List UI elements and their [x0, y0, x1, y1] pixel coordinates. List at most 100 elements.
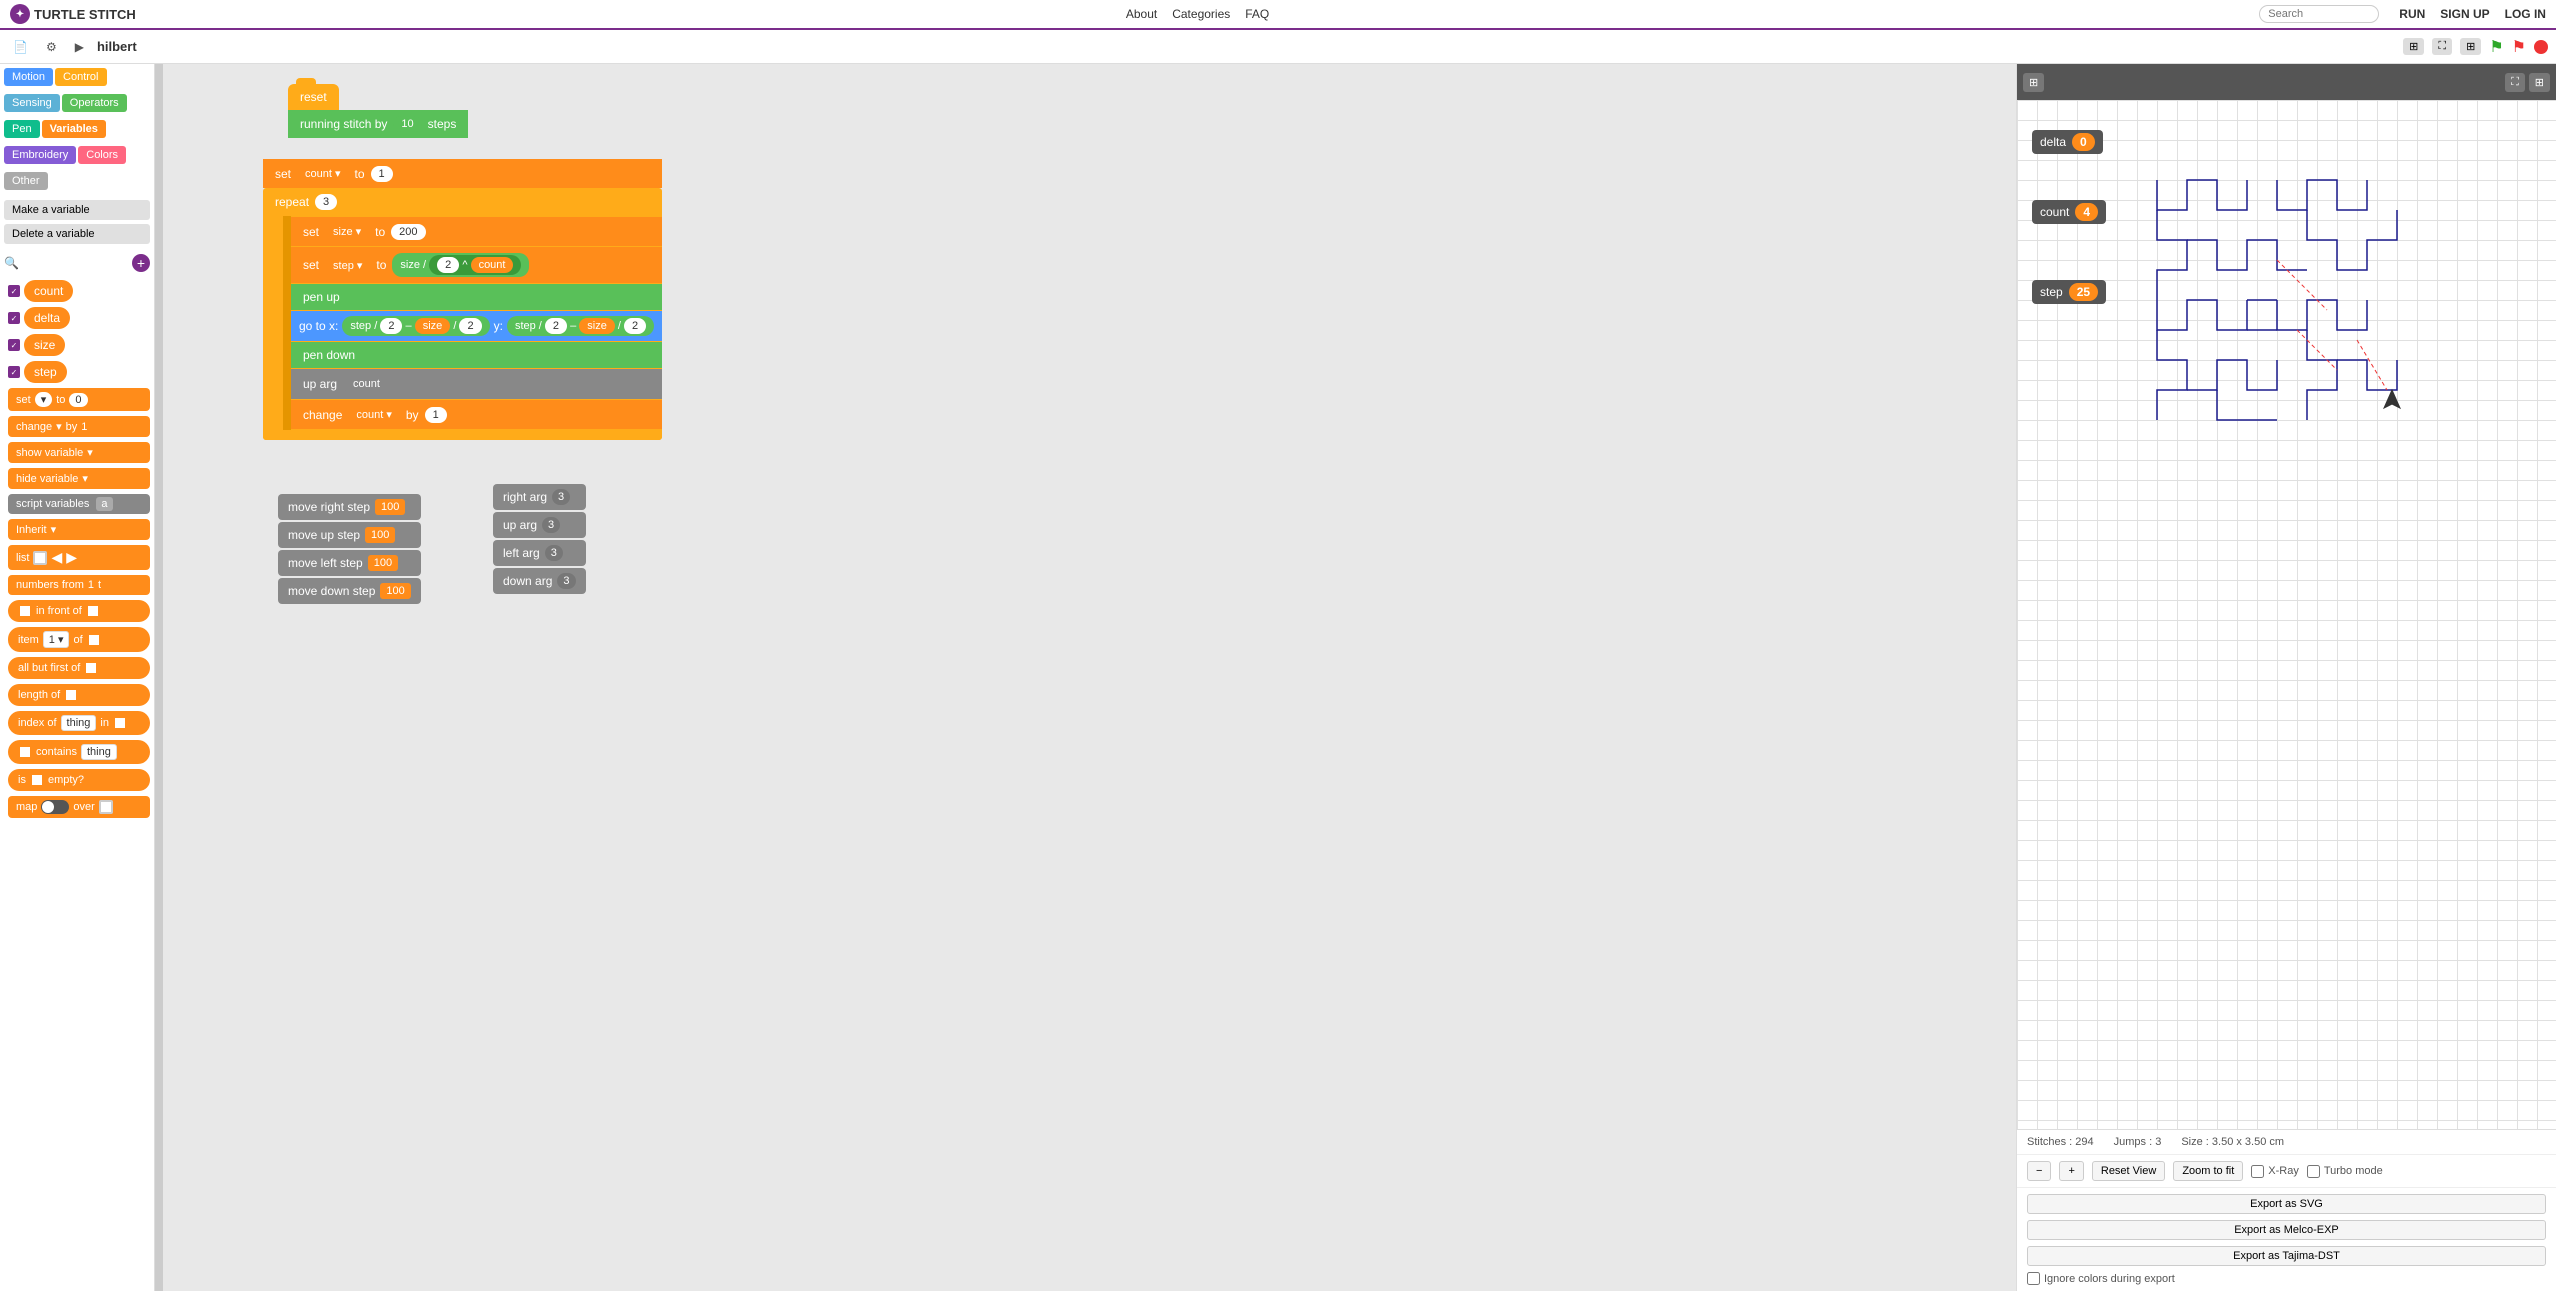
move-down-val[interactable]: 100: [380, 583, 410, 599]
cat-pen[interactable]: Pen: [4, 120, 40, 138]
flag-red-icon[interactable]: ⚑: [2512, 37, 2526, 57]
block-up-arg-count[interactable]: up arg count: [291, 369, 662, 399]
block-item-of[interactable]: item 1 ▾ of: [8, 627, 150, 652]
index-thing-val[interactable]: thing: [61, 715, 97, 731]
move-up-val[interactable]: 100: [365, 527, 395, 543]
pill-size[interactable]: size: [24, 334, 65, 356]
pill-count[interactable]: count: [24, 280, 73, 302]
zoom-fit-btn[interactable]: Zoom to fit: [2173, 1161, 2243, 1181]
block-in-front-of[interactable]: in front of: [8, 600, 150, 622]
icon-btn-1[interactable]: ⊞: [2403, 38, 2424, 55]
export-svg-btn[interactable]: Export as SVG: [2027, 1194, 2546, 1214]
ignore-colors-checkbox[interactable]: [2027, 1272, 2040, 1285]
nav-signup[interactable]: SIGN UP: [2440, 7, 2489, 21]
block-left-arg[interactable]: left arg 3: [493, 540, 586, 566]
delete-variable-button[interactable]: Delete a variable: [4, 224, 150, 244]
grid-button[interactable]: ⊞: [2460, 38, 2481, 55]
cat-colors[interactable]: Colors: [78, 146, 126, 164]
nav-run[interactable]: RUN: [2399, 7, 2425, 21]
block-change-count[interactable]: change count ▾ by 1: [291, 400, 662, 429]
cat-embroidery[interactable]: Embroidery: [4, 146, 76, 164]
export-tajima-btn[interactable]: Export as Tajima-DST: [2027, 1246, 2546, 1266]
block-length-of[interactable]: length of: [8, 684, 150, 706]
block-script-vars[interactable]: script variables a: [8, 494, 150, 514]
numbers-from-val[interactable]: 1: [88, 579, 94, 591]
reset-hat-block[interactable]: reset: [288, 84, 339, 110]
change-count-val[interactable]: 1: [425, 407, 447, 423]
cat-motion[interactable]: Motion: [4, 68, 53, 86]
contains-thing-val[interactable]: thing: [81, 744, 117, 760]
block-inherit[interactable]: Inherit ▾: [8, 519, 150, 540]
set-count-var[interactable]: count ▾: [297, 165, 349, 182]
hide-var-select[interactable]: ▾: [82, 472, 88, 485]
add-icon[interactable]: +: [132, 254, 150, 272]
pill-delta[interactable]: delta: [24, 307, 70, 329]
move-left-val[interactable]: 100: [368, 555, 398, 571]
reset-view-btn[interactable]: Reset View: [2092, 1161, 2165, 1181]
check-step[interactable]: ✓: [8, 366, 20, 378]
canvas-area[interactable]: reset running stitch by 10 steps set cou…: [163, 64, 2016, 1291]
play-button[interactable]: ▶: [70, 37, 89, 57]
block-pen-down[interactable]: pen down: [291, 342, 662, 368]
nav-faq[interactable]: FAQ: [1245, 7, 1269, 21]
check-delta[interactable]: ✓: [8, 312, 20, 324]
change-val[interactable]: 1: [81, 421, 87, 433]
item-num[interactable]: 1 ▾: [43, 631, 70, 648]
block-up-arg[interactable]: up arg 3: [493, 512, 586, 538]
running-stitch-val[interactable]: 10: [393, 116, 421, 132]
block-pen-up[interactable]: pen up: [291, 284, 662, 310]
export-melco-btn[interactable]: Export as Melco-EXP: [2027, 1220, 2546, 1240]
block-down-arg[interactable]: down arg 3: [493, 568, 586, 594]
block-is-empty[interactable]: is empty?: [8, 769, 150, 791]
cat-control[interactable]: Control: [55, 68, 106, 86]
rp-expand-btn[interactable]: ⛶: [2505, 73, 2525, 92]
block-contains[interactable]: contains thing: [8, 740, 150, 764]
block-goto[interactable]: go to x: step / 2 – size / 2 y:: [291, 311, 662, 341]
inherit-select[interactable]: ▾: [51, 523, 57, 536]
cat-operators[interactable]: Operators: [62, 94, 127, 112]
running-stitch-block[interactable]: running stitch by 10 steps: [288, 110, 468, 138]
cat-other[interactable]: Other: [4, 172, 48, 190]
search-input[interactable]: [2259, 5, 2379, 23]
block-show-var[interactable]: show variable ▾: [8, 442, 150, 463]
new-file-button[interactable]: 📄: [8, 37, 33, 57]
nav-login[interactable]: LOG IN: [2505, 7, 2546, 21]
block-move-down[interactable]: move down step 100: [278, 578, 421, 604]
cat-sensing[interactable]: Sensing: [4, 94, 60, 112]
nav-minus-btn[interactable]: −: [2027, 1161, 2051, 1181]
block-set-size[interactable]: set size ▾ to 200: [291, 217, 662, 246]
set-count-val[interactable]: 1: [371, 166, 393, 182]
set-size-var[interactable]: size ▾: [325, 223, 369, 240]
set-step-var[interactable]: step ▾: [325, 257, 370, 274]
flag-green-icon[interactable]: ⚑: [2489, 37, 2503, 57]
nav-about[interactable]: About: [1126, 7, 1157, 21]
move-right-val[interactable]: 100: [375, 499, 405, 515]
set-size-val[interactable]: 200: [391, 224, 425, 240]
nav-plus-btn[interactable]: +: [2059, 1161, 2083, 1181]
repeat-val[interactable]: 3: [315, 194, 337, 210]
block-hide-var[interactable]: hide variable ▾: [8, 468, 150, 489]
block-all-but-first[interactable]: all but first of: [8, 657, 150, 679]
nav-categories[interactable]: Categories: [1172, 7, 1230, 21]
check-size[interactable]: ✓: [8, 339, 20, 351]
block-map[interactable]: map over: [8, 796, 150, 818]
set-var-select[interactable]: ▾: [35, 392, 53, 407]
set-val[interactable]: 0: [69, 393, 87, 407]
panel-drag-handle[interactable]: [155, 64, 163, 1291]
block-list[interactable]: list ◀ ▶: [8, 545, 150, 570]
rp-grid-btn[interactable]: ⊞: [2529, 73, 2550, 92]
turbo-checkbox[interactable]: [2307, 1165, 2320, 1178]
change-var-select[interactable]: ▾: [56, 420, 62, 433]
rp-btn-1[interactable]: ⊞: [2023, 73, 2044, 92]
settings-button[interactable]: ⚙: [41, 37, 62, 57]
block-set-step[interactable]: set step ▾ to size / 2 ^ count: [291, 247, 662, 283]
block-right-arg[interactable]: right arg 3: [493, 484, 586, 510]
block-set[interactable]: set ▾ to 0: [8, 388, 150, 411]
cat-variables[interactable]: Variables: [42, 120, 106, 138]
map-toggle[interactable]: [41, 800, 69, 814]
block-set-count[interactable]: set count ▾ to 1: [263, 159, 662, 188]
block-change[interactable]: change ▾ by 1: [8, 416, 150, 437]
stop-dot[interactable]: [2534, 40, 2548, 54]
block-numbers-from[interactable]: numbers from 1 t: [8, 575, 150, 595]
block-index-of[interactable]: index of thing in: [8, 711, 150, 735]
